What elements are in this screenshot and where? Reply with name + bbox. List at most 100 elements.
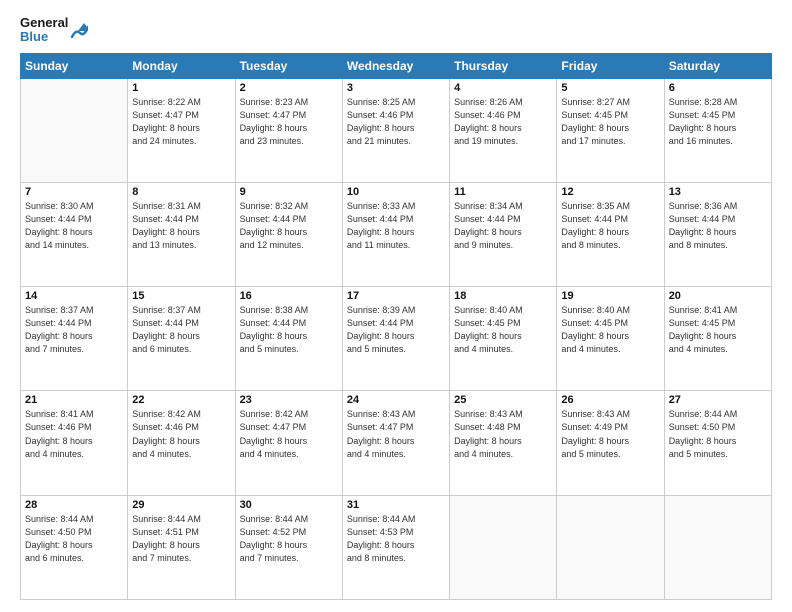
calendar-cell — [664, 495, 771, 599]
calendar-cell: 27 Sunrise: 8:44 AMSunset: 4:50 PMDayligh… — [664, 391, 771, 495]
day-number: 6 — [669, 82, 767, 94]
day-info: Sunrise: 8:37 AMSunset: 4:44 PMDaylight:… — [25, 304, 123, 356]
day-info: Sunrise: 8:44 AMSunset: 4:50 PMDaylight:… — [25, 513, 123, 565]
day-number: 16 — [240, 290, 338, 302]
day-number: 2 — [240, 82, 338, 94]
calendar-cell: 6 Sunrise: 8:28 AMSunset: 4:45 PMDaylight… — [664, 78, 771, 182]
day-info: Sunrise: 8:32 AMSunset: 4:44 PMDaylight:… — [240, 200, 338, 252]
day-info: Sunrise: 8:42 AMSunset: 4:46 PMDaylight:… — [132, 408, 230, 460]
day-info: Sunrise: 8:43 AMSunset: 4:48 PMDaylight:… — [454, 408, 552, 460]
day-number: 4 — [454, 82, 552, 94]
day-info: Sunrise: 8:44 AMSunset: 4:50 PMDaylight:… — [669, 408, 767, 460]
day-number: 7 — [25, 186, 123, 198]
day-info: Sunrise: 8:26 AMSunset: 4:46 PMDaylight:… — [454, 96, 552, 148]
day-info: Sunrise: 8:44 AMSunset: 4:52 PMDaylight:… — [240, 513, 338, 565]
logo: General Blue — [20, 16, 88, 45]
logo-line2: Blue — [20, 30, 68, 44]
calendar-cell: 22 Sunrise: 8:42 AMSunset: 4:46 PMDayligh… — [128, 391, 235, 495]
day-number: 13 — [669, 186, 767, 198]
day-number: 9 — [240, 186, 338, 198]
calendar-cell: 30 Sunrise: 8:44 AMSunset: 4:52 PMDayligh… — [235, 495, 342, 599]
day-number: 20 — [669, 290, 767, 302]
calendar-cell: 20 Sunrise: 8:41 AMSunset: 4:45 PMDayligh… — [664, 287, 771, 391]
day-info: Sunrise: 8:37 AMSunset: 4:44 PMDaylight:… — [132, 304, 230, 356]
day-info: Sunrise: 8:34 AMSunset: 4:44 PMDaylight:… — [454, 200, 552, 252]
day-info: Sunrise: 8:40 AMSunset: 4:45 PMDaylight:… — [454, 304, 552, 356]
day-info: Sunrise: 8:36 AMSunset: 4:44 PMDaylight:… — [669, 200, 767, 252]
calendar-cell: 4 Sunrise: 8:26 AMSunset: 4:46 PMDaylight… — [450, 78, 557, 182]
day-info: Sunrise: 8:25 AMSunset: 4:46 PMDaylight:… — [347, 96, 445, 148]
calendar-cell: 18 Sunrise: 8:40 AMSunset: 4:45 PMDayligh… — [450, 287, 557, 391]
day-number: 3 — [347, 82, 445, 94]
weekday-header-row: SundayMondayTuesdayWednesdayThursdayFrid… — [21, 53, 772, 78]
week-row-4: 28Sunrise: 8:44 AMSunset: 4:50 PMDayligh… — [21, 495, 772, 599]
weekday-header-monday: Monday — [128, 53, 235, 78]
day-number: 12 — [561, 186, 659, 198]
logo-line1: General — [20, 16, 68, 30]
calendar-cell: 2 Sunrise: 8:23 AMSunset: 4:47 PMDaylight… — [235, 78, 342, 182]
weekday-header-tuesday: Tuesday — [235, 53, 342, 78]
day-info: Sunrise: 8:33 AMSunset: 4:44 PMDaylight:… — [347, 200, 445, 252]
calendar-cell: 31 Sunrise: 8:44 AMSunset: 4:53 PMDayligh… — [342, 495, 449, 599]
weekday-header-friday: Friday — [557, 53, 664, 78]
day-info: Sunrise: 8:35 AMSunset: 4:44 PMDaylight:… — [561, 200, 659, 252]
day-number: 1 — [132, 82, 230, 94]
day-number: 27 — [669, 394, 767, 406]
weekday-header-wednesday: Wednesday — [342, 53, 449, 78]
calendar-cell: 19 Sunrise: 8:40 AMSunset: 4:45 PMDayligh… — [557, 287, 664, 391]
calendar-cell: 21 Sunrise: 8:41 AMSunset: 4:46 PMDayligh… — [21, 391, 128, 495]
day-info: Sunrise: 8:44 AMSunset: 4:51 PMDaylight:… — [132, 513, 230, 565]
logo-text: General Blue — [20, 16, 88, 45]
day-number: 19 — [561, 290, 659, 302]
day-number: 10 — [347, 186, 445, 198]
day-number: 26 — [561, 394, 659, 406]
day-number: 24 — [347, 394, 445, 406]
day-info: Sunrise: 8:43 AMSunset: 4:49 PMDaylight:… — [561, 408, 659, 460]
day-number: 31 — [347, 499, 445, 511]
calendar-cell: 3 Sunrise: 8:25 AMSunset: 4:46 PMDaylight… — [342, 78, 449, 182]
day-number: 18 — [454, 290, 552, 302]
calendar-cell: 9 Sunrise: 8:32 AMSunset: 4:44 PMDaylight… — [235, 182, 342, 286]
calendar-cell: 15 Sunrise: 8:37 AMSunset: 4:44 PMDayligh… — [128, 287, 235, 391]
day-number: 15 — [132, 290, 230, 302]
day-number: 25 — [454, 394, 552, 406]
calendar-cell: 24 Sunrise: 8:43 AMSunset: 4:47 PMDayligh… — [342, 391, 449, 495]
day-number: 30 — [240, 499, 338, 511]
day-info: Sunrise: 8:41 AMSunset: 4:46 PMDaylight:… — [25, 408, 123, 460]
day-info: Sunrise: 8:31 AMSunset: 4:44 PMDaylight:… — [132, 200, 230, 252]
day-number: 14 — [25, 290, 123, 302]
day-info: Sunrise: 8:41 AMSunset: 4:45 PMDaylight:… — [669, 304, 767, 356]
calendar-table: SundayMondayTuesdayWednesdayThursdayFrid… — [20, 53, 772, 600]
day-info: Sunrise: 8:27 AMSunset: 4:45 PMDaylight:… — [561, 96, 659, 148]
weekday-header-saturday: Saturday — [664, 53, 771, 78]
calendar-cell: 17Sunrise: 8:39 AMSunset: 4:44 PMDayligh… — [342, 287, 449, 391]
calendar-cell: 23Sunrise: 8:42 AMSunset: 4:47 PMDayligh… — [235, 391, 342, 495]
calendar-cell — [557, 495, 664, 599]
day-info: Sunrise: 8:43 AMSunset: 4:47 PMDaylight:… — [347, 408, 445, 460]
day-info: Sunrise: 8:28 AMSunset: 4:45 PMDaylight:… — [669, 96, 767, 148]
calendar-cell — [21, 78, 128, 182]
logo-wave-icon — [70, 19, 88, 41]
week-row-2: 14 Sunrise: 8:37 AMSunset: 4:44 PMDayligh… — [21, 287, 772, 391]
day-info: Sunrise: 8:40 AMSunset: 4:45 PMDaylight:… — [561, 304, 659, 356]
calendar-cell: 7 Sunrise: 8:30 AMSunset: 4:44 PMDaylight… — [21, 182, 128, 286]
day-info: Sunrise: 8:30 AMSunset: 4:44 PMDaylight:… — [25, 200, 123, 252]
day-number: 21 — [25, 394, 123, 406]
weekday-header-thursday: Thursday — [450, 53, 557, 78]
page: General Blue SundayMondayTuesdayWednesda… — [0, 0, 792, 612]
day-number: 5 — [561, 82, 659, 94]
day-number: 22 — [132, 394, 230, 406]
day-number: 11 — [454, 186, 552, 198]
day-info: Sunrise: 8:22 AMSunset: 4:47 PMDaylight:… — [132, 96, 230, 148]
day-info: Sunrise: 8:38 AMSunset: 4:44 PMDaylight:… — [240, 304, 338, 356]
calendar-cell: 25 Sunrise: 8:43 AMSunset: 4:48 PMDayligh… — [450, 391, 557, 495]
day-number: 17 — [347, 290, 445, 302]
calendar-cell: 8Sunrise: 8:31 AMSunset: 4:44 PMDaylight… — [128, 182, 235, 286]
day-info: Sunrise: 8:44 AMSunset: 4:53 PMDaylight:… — [347, 513, 445, 565]
day-number: 29 — [132, 499, 230, 511]
week-row-0: 1 Sunrise: 8:22 AMSunset: 4:47 PMDaylight… — [21, 78, 772, 182]
calendar-cell: 13 Sunrise: 8:36 AMSunset: 4:44 PMDayligh… — [664, 182, 771, 286]
day-info: Sunrise: 8:23 AMSunset: 4:47 PMDaylight:… — [240, 96, 338, 148]
week-row-1: 7 Sunrise: 8:30 AMSunset: 4:44 PMDaylight… — [21, 182, 772, 286]
header: General Blue — [20, 16, 772, 45]
